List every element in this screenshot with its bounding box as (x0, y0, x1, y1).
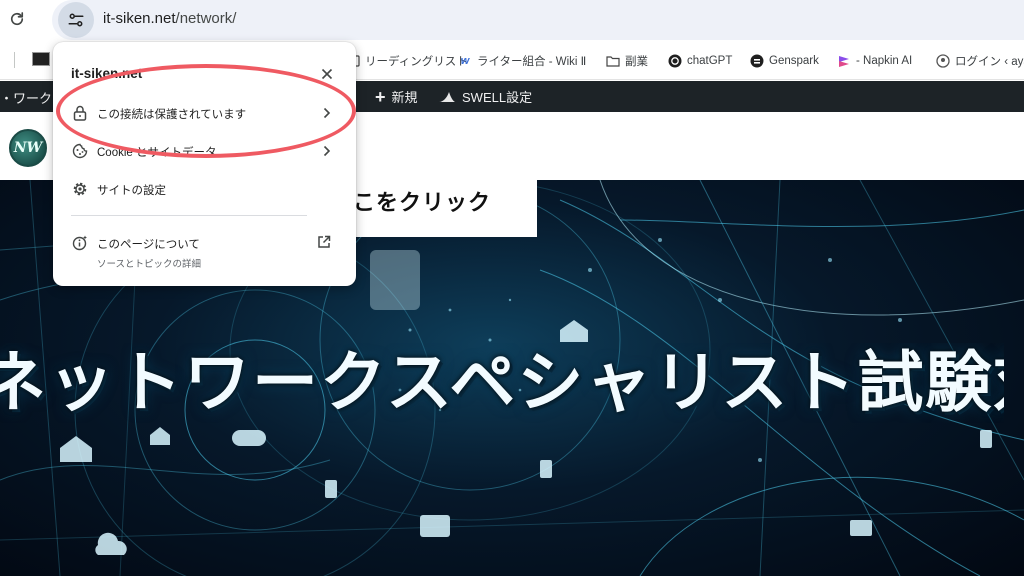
bookmarks-separator (14, 52, 15, 68)
close-icon (321, 68, 333, 80)
bookmark-chatgpt[interactable]: chatGPT (668, 51, 732, 71)
folder-icon (606, 54, 620, 68)
chevron-right-icon (321, 144, 333, 158)
bookmark-writers-wiki[interactable]: w ライター組合 - Wiki Ⅱ (458, 51, 587, 71)
napkin-logo-icon (837, 54, 851, 68)
bookmark-side-job[interactable]: 副業 (606, 51, 648, 71)
swell-logo-icon (439, 91, 455, 102)
open-in-new-icon (318, 235, 331, 248)
wiki-logo-icon: w (460, 55, 470, 67)
tune-icon (68, 13, 84, 27)
connection-secure-label: この接続は保護されています (97, 109, 247, 121)
bookmark-wp-login[interactable]: ログイン ‹ ayats (936, 51, 1024, 71)
admin-site-arrow: ・ (0, 91, 14, 106)
bookmark-label: chatGPT (687, 55, 733, 67)
plus-icon: + (375, 86, 386, 107)
bookmark-label: - Napkin AI (856, 55, 913, 67)
popup-title: it-siken.net (71, 66, 143, 81)
lock-icon (72, 105, 88, 121)
reload-button[interactable] (6, 8, 28, 30)
url-text[interactable]: it-siken.net/network/ (103, 10, 236, 27)
cookie-icon (72, 143, 88, 159)
bookmark-label: ライター組合 - Wiki Ⅱ (477, 56, 587, 68)
openai-logo-icon (668, 54, 682, 68)
bookmark-thumbnail[interactable] (32, 52, 50, 66)
reload-icon (10, 12, 24, 26)
bookmark-label: 副業 (625, 56, 648, 68)
genspark-logo-icon (750, 54, 764, 68)
chevron-right-icon (321, 106, 333, 120)
bookmark-label: Genspark (769, 55, 819, 67)
bookmark-genspark[interactable]: Genspark (750, 51, 819, 71)
popup-divider (71, 215, 307, 216)
site-logo[interactable]: NW (9, 129, 47, 167)
info-sparkle-icon (72, 235, 88, 251)
site-logo-text: NW (13, 140, 43, 156)
hero-title: ネットワークスペシャリスト試験対策 (0, 344, 1004, 421)
gear-icon (72, 181, 88, 197)
open-external-button[interactable] (316, 234, 332, 250)
popup-close-button[interactable] (319, 66, 335, 82)
admin-swell-label: SWELL設定 (462, 90, 533, 105)
about-page-sublabel: ソースとトピックの詳細 (97, 259, 202, 270)
bookmark-napkin-ai[interactable]: - Napkin AI (837, 51, 912, 71)
about-page-label: このページについて (97, 239, 200, 251)
admin-swell-settings[interactable]: SWELL設定 (438, 87, 532, 106)
browser-toolbar: it-siken.net/network/ (0, 0, 1024, 40)
site-info-button[interactable] (58, 2, 94, 38)
cookies-row[interactable]: Cookie とサイトデータ (53, 134, 356, 170)
cookies-label: Cookie とサイトデータ (97, 147, 217, 159)
bookmark-reading-list[interactable]: リーディングリスト (346, 51, 468, 71)
url-host: it-siken.net (103, 10, 176, 27)
url-path: /network/ (175, 10, 237, 27)
bookmark-label: リーディングリスト (365, 56, 468, 68)
site-info-popup: it-siken.net この接続は保護されています Cookie とサイトデー… (53, 42, 356, 286)
site-settings-row[interactable]: サイトの設定 (53, 172, 356, 208)
connection-secure-row[interactable]: この接続は保護されています (53, 96, 356, 132)
admin-new-button[interactable]: + 新規 (375, 87, 418, 106)
site-settings-label: サイトの設定 (97, 185, 166, 197)
admin-new-label: 新規 (391, 90, 418, 105)
bookmark-label: ログイン ‹ ayats (955, 56, 1024, 68)
wordpress-logo-icon (936, 54, 950, 68)
